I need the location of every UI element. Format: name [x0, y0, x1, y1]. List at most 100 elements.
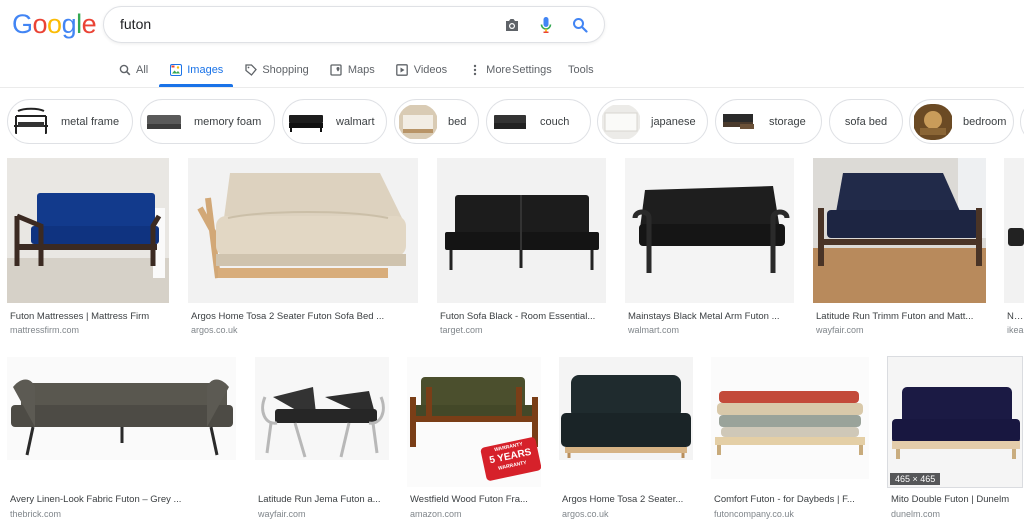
image-result[interactable]: Latitude Run Trimm Futon and Matt... way…	[813, 158, 986, 338]
chip-japanese[interactable]: japanese	[597, 99, 708, 144]
chip-thumbnail	[398, 104, 438, 140]
result-title[interactable]: Avery Linen-Look Fabric Futon – Grey ...	[10, 494, 235, 505]
result-title[interactable]: Comfort Futon - for Daybeds | F...	[714, 494, 868, 505]
chip-label: japanese	[651, 115, 696, 128]
tab-label: More	[486, 63, 512, 76]
logo-letter: G	[12, 9, 33, 39]
tab-maps[interactable]: Maps	[330, 57, 375, 82]
chip-storage[interactable]: storage	[715, 99, 822, 144]
result-source[interactable]: dunelm.com	[891, 509, 1021, 519]
chip-sofa-bed[interactable]: sofa bed	[829, 99, 903, 144]
result-image[interactable]	[1004, 158, 1024, 303]
result-title[interactable]: NYK...	[1007, 311, 1024, 322]
tools-link[interactable]: Tools	[568, 57, 594, 82]
tab-label: Maps	[347, 63, 375, 76]
image-result[interactable]: Futon Mattresses | Mattress Firm mattres…	[7, 158, 169, 338]
result-image[interactable]	[7, 357, 236, 460]
settings-link[interactable]: Settings	[512, 57, 552, 82]
result-source[interactable]: mattressfirm.com	[10, 325, 168, 335]
result-source[interactable]: thebrick.com	[10, 509, 235, 519]
chip-bedroom[interactable]: bedroom	[909, 99, 1014, 144]
tag-icon	[244, 63, 257, 76]
result-image[interactable]	[625, 158, 794, 303]
result-source[interactable]: futoncompany.co.uk	[714, 509, 868, 519]
more-icon	[468, 63, 481, 76]
result-title[interactable]: Westfield Wood Futon Fra...	[410, 494, 540, 505]
search-icon[interactable]	[570, 15, 590, 35]
result-image[interactable]	[437, 158, 606, 303]
result-title[interactable]: Argos Home Tosa 2 Seater Futon Sofa Bed …	[191, 311, 417, 322]
logo-letter: e	[81, 9, 97, 39]
chip-thumbnail	[490, 104, 530, 140]
image-result[interactable]: Mainstays Black Metal Arm Futon ... walm…	[625, 158, 794, 338]
result-title[interactable]: Futon Mattresses | Mattress Firm	[10, 311, 168, 322]
result-image[interactable]: 465 × 465	[887, 356, 1023, 488]
result-image[interactable]	[813, 158, 986, 303]
chip-label: walmart	[336, 115, 375, 128]
tab-label: Videos	[413, 63, 448, 76]
result-image[interactable]	[7, 158, 169, 303]
image-result[interactable]: Argos Home Tosa 2 Seater Futon Sofa Bed …	[188, 158, 418, 338]
tab-shopping[interactable]: Shopping	[244, 57, 309, 82]
image-result[interactable]: Latitude Run Jema Futon a... wayfair.com	[255, 357, 389, 523]
tab-all[interactable]: All	[118, 57, 148, 82]
result-image[interactable]	[559, 357, 693, 460]
chip-label: storage	[769, 115, 806, 128]
result-image[interactable]	[188, 158, 418, 303]
tab-more[interactable]: More	[468, 57, 511, 82]
result-title[interactable]: Latitude Run Trimm Futon and Matt...	[816, 311, 985, 322]
result-title[interactable]: Argos Home Tosa 2 Seater...	[562, 494, 692, 505]
search-icon	[118, 63, 131, 76]
result-title[interactable]: Futon Sofa Black - Room Essential...	[440, 311, 605, 322]
result-image[interactable]: WARRANTY 5 YEARS WARRANTY	[407, 357, 541, 487]
chip-walmart[interactable]: walmart	[282, 99, 387, 144]
tab-videos[interactable]: Videos	[396, 57, 447, 82]
result-source[interactable]: amazon.com	[410, 509, 540, 519]
image-result[interactable]: 465 × 465 Mito Double Futon | Dunelm dun…	[887, 356, 1023, 523]
result-title[interactable]: Mainstays Black Metal Arm Futon ...	[628, 311, 793, 322]
result-image[interactable]	[711, 357, 869, 479]
google-logo[interactable]: Google	[12, 9, 97, 39]
chip-thumbnail	[11, 104, 51, 140]
result-source[interactable]: wayfair.com	[816, 325, 985, 335]
result-title[interactable]: Latitude Run Jema Futon a...	[258, 494, 388, 505]
image-result[interactable]: Comfort Futon - for Daybeds | F... futon…	[711, 357, 869, 523]
result-source[interactable]: wayfair.com	[258, 509, 388, 519]
tab-images[interactable]: Images	[159, 57, 234, 87]
microphone-icon[interactable]	[536, 15, 556, 35]
chip-couch[interactable]: couch	[486, 99, 591, 144]
tab-label: Images	[187, 63, 224, 76]
chip-more[interactable]	[1020, 99, 1024, 144]
chip-bed[interactable]: bed	[394, 99, 479, 144]
image-result[interactable]: NYK... ikea...	[1004, 158, 1024, 338]
image-result[interactable]: Futon Sofa Black - Room Essential... tar…	[437, 158, 606, 338]
tab-label: Shopping	[262, 63, 309, 76]
header-divider	[0, 87, 1024, 88]
result-title[interactable]: Mito Double Futon | Dunelm	[891, 494, 1021, 505]
related-chips: metal frame memory foam walmart bed couc…	[7, 99, 1024, 145]
search-box[interactable]: futon	[103, 6, 605, 43]
play-icon	[396, 63, 409, 76]
chip-memory-foam[interactable]: memory foam	[140, 99, 275, 144]
camera-icon[interactable]	[502, 15, 522, 35]
chip-label: bedroom	[963, 115, 1007, 128]
chip-thumbnail	[913, 103, 953, 140]
image-dimensions-badge: 465 × 465	[890, 473, 941, 485]
search-input[interactable]: futon	[120, 16, 151, 32]
chip-label: couch	[540, 115, 570, 128]
result-source[interactable]: ikea...	[1007, 325, 1024, 335]
chip-label: bed	[448, 115, 467, 128]
result-image[interactable]	[255, 357, 389, 460]
chip-label: sofa bed	[844, 115, 888, 128]
image-icon	[169, 63, 182, 76]
result-source[interactable]: argos.co.uk	[191, 325, 417, 335]
image-result[interactable]: Argos Home Tosa 2 Seater... argos.co.uk	[559, 357, 693, 523]
result-source[interactable]: target.com	[440, 325, 605, 335]
image-result[interactable]: WARRANTY 5 YEARS WARRANTY Westfield Wood…	[407, 357, 541, 523]
image-result[interactable]: Avery Linen-Look Fabric Futon – Grey ...…	[7, 357, 236, 523]
result-source[interactable]: argos.co.uk	[562, 509, 692, 519]
chip-metal-frame[interactable]: metal frame	[7, 99, 133, 144]
chip-thumbnail	[286, 104, 326, 140]
result-source[interactable]: walmart.com	[628, 325, 793, 335]
chip-label: metal frame	[61, 115, 120, 128]
